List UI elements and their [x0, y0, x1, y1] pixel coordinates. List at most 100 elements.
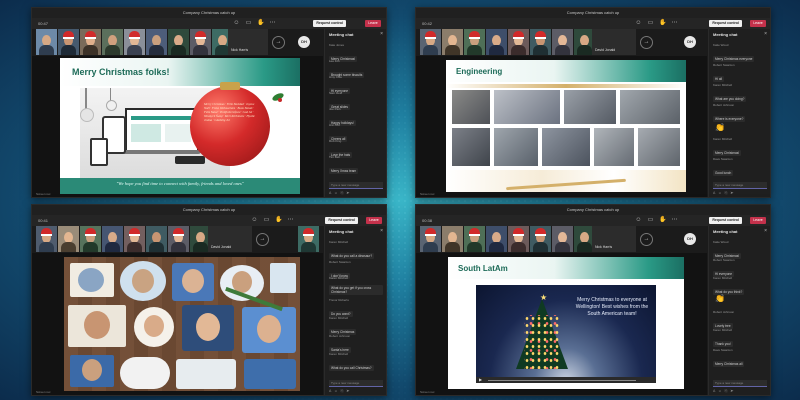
slide-message: Merry Christmas to everyone at Wellingto…	[575, 297, 649, 317]
participant-tile[interactable]	[58, 29, 79, 55]
chat-icon[interactable]: ▭	[647, 20, 654, 27]
participant-tile[interactable]	[420, 226, 441, 252]
chat-message: Katie Wood Merry Christmas everyone	[713, 43, 755, 62]
participant-tile[interactable]	[486, 29, 507, 55]
meeting-chat-panel: Meeting chat × Karen Mitchell What do you…	[324, 226, 386, 395]
chat-header: Meeting chat	[329, 229, 354, 234]
avatar: DH	[684, 36, 696, 48]
participant-tile[interactable]	[36, 29, 57, 55]
request-control-button[interactable]: Request control	[313, 20, 346, 27]
chat-format-icons[interactable]: A ☺ ⎘ ➤	[329, 389, 351, 393]
participant-tile[interactable]	[464, 29, 485, 55]
react-icon[interactable]: ✋	[275, 217, 282, 224]
participant-tile[interactable]	[530, 226, 551, 252]
participant-tile[interactable]	[508, 226, 529, 252]
leave-button[interactable]: Leave	[750, 20, 766, 27]
participant-strip	[420, 29, 595, 55]
react-icon[interactable]: ✋	[659, 20, 666, 27]
participant-tile[interactable]	[530, 29, 551, 55]
participant-tile[interactable]	[146, 226, 167, 252]
presenter-tile[interactable]: Nick Harris	[592, 226, 636, 252]
participant-tile[interactable]	[552, 29, 573, 55]
presenter-tile[interactable]: David Jonald	[208, 226, 252, 252]
request-control-button[interactable]: Request control	[709, 217, 742, 224]
add-participant-icon[interactable]: →	[272, 36, 285, 49]
chat-icon[interactable]: ▭	[245, 20, 252, 27]
leave-button[interactable]: Leave	[365, 20, 381, 27]
presenter-tile[interactable]: David Jonald	[592, 29, 636, 55]
photo-frame	[68, 305, 126, 347]
close-icon[interactable]: ×	[764, 31, 767, 37]
chat-message: Robert Johnson Where is everyone?	[713, 103, 746, 122]
chat-input[interactable]: Type a new message	[329, 182, 383, 189]
participant-tile[interactable]	[146, 29, 167, 55]
window-title: Company Christmas catch up	[416, 205, 770, 215]
participant-tile[interactable]	[508, 29, 529, 55]
slide-title: Merry Christmas folks!	[72, 67, 170, 77]
participant-tile[interactable]	[168, 29, 189, 55]
participant-tile[interactable]	[442, 29, 463, 55]
participant-tile[interactable]	[298, 226, 319, 252]
add-participant-icon[interactable]: →	[256, 233, 269, 246]
status-text: Screen rec	[420, 192, 435, 196]
chat-format-icons[interactable]: A ☺ ⎘ ➤	[713, 389, 735, 393]
participant-tile[interactable]	[80, 29, 101, 55]
react-icon[interactable]: ✋	[659, 217, 666, 224]
participant-tile[interactable]	[36, 226, 57, 252]
chat-input[interactable]: Type a new message	[329, 380, 383, 387]
participant-tile[interactable]	[552, 226, 573, 252]
presenter-tile[interactable]: Nick Harris	[228, 29, 268, 55]
play-icon[interactable]: ▶	[479, 377, 482, 382]
people-icon[interactable]: ☺	[233, 20, 240, 27]
video-controls[interactable]: ▶	[476, 377, 656, 383]
react-icon[interactable]: ✋	[257, 20, 264, 27]
request-control-button[interactable]: Request control	[325, 217, 358, 224]
more-icon[interactable]: ⋯	[671, 217, 678, 224]
more-icon[interactable]: ⋯	[287, 217, 294, 224]
photo-frame	[242, 307, 296, 353]
close-icon[interactable]: ×	[380, 228, 383, 234]
chat-icon[interactable]: ▭	[647, 217, 654, 224]
slide-title: Engineering	[456, 67, 503, 76]
chat-message: Karen Mitchell What do you call Christmas…	[329, 352, 374, 371]
slide: Engineering	[446, 60, 686, 192]
participant-tile[interactable]	[442, 226, 463, 252]
meeting-chat-panel: Meeting chat × Kate Jones Merry Christmas…	[324, 29, 386, 197]
chat-input[interactable]: Type a new message	[713, 380, 767, 387]
participant-tile[interactable]	[58, 226, 79, 252]
participant-tile[interactable]	[486, 226, 507, 252]
shared-screen	[32, 253, 323, 395]
chat-icon[interactable]: ▭	[263, 217, 270, 224]
participant-tile[interactable]	[124, 29, 145, 55]
office-photo	[494, 90, 560, 124]
participant-tile[interactable]	[190, 29, 211, 55]
participant-tile[interactable]	[102, 29, 123, 55]
more-icon[interactable]: ⋯	[269, 20, 276, 27]
shared-screen: Engineering	[416, 56, 707, 197]
add-participant-icon[interactable]: →	[640, 233, 653, 246]
request-control-button[interactable]: Request control	[709, 20, 742, 27]
chat-input[interactable]: Type a new message	[713, 182, 767, 189]
participant-tile[interactable]	[464, 226, 485, 252]
chat-format-icons[interactable]: A ☺ ⎘ ➤	[713, 191, 735, 195]
people-icon[interactable]: ☺	[635, 20, 642, 27]
people-icon[interactable]: ☺	[251, 217, 258, 224]
window-title: Company Christmas catch up	[416, 8, 770, 18]
photo-frame	[270, 263, 296, 293]
teams-window-1: Company Christmas catch up 00:47 ☺ ▭ ✋ ⋯…	[31, 7, 387, 198]
status-text: Screen rec	[420, 390, 435, 394]
add-participant-icon[interactable]: →	[640, 36, 653, 49]
participant-tile[interactable]	[420, 29, 441, 55]
participant-tile[interactable]	[80, 226, 101, 252]
leave-button[interactable]: Leave	[366, 217, 382, 224]
presenter-name: Nick Harris	[231, 48, 249, 52]
participant-tile[interactable]	[168, 226, 189, 252]
leave-button[interactable]: Leave	[750, 217, 766, 224]
participant-tile[interactable]	[124, 226, 145, 252]
chat-format-icons[interactable]: A ☺ ⎘ ➤	[329, 191, 351, 195]
more-icon[interactable]: ⋯	[671, 20, 678, 27]
participant-tile[interactable]	[102, 226, 123, 252]
close-icon[interactable]: ×	[764, 228, 767, 234]
people-icon[interactable]: ☺	[635, 217, 642, 224]
close-icon[interactable]: ×	[380, 31, 383, 37]
